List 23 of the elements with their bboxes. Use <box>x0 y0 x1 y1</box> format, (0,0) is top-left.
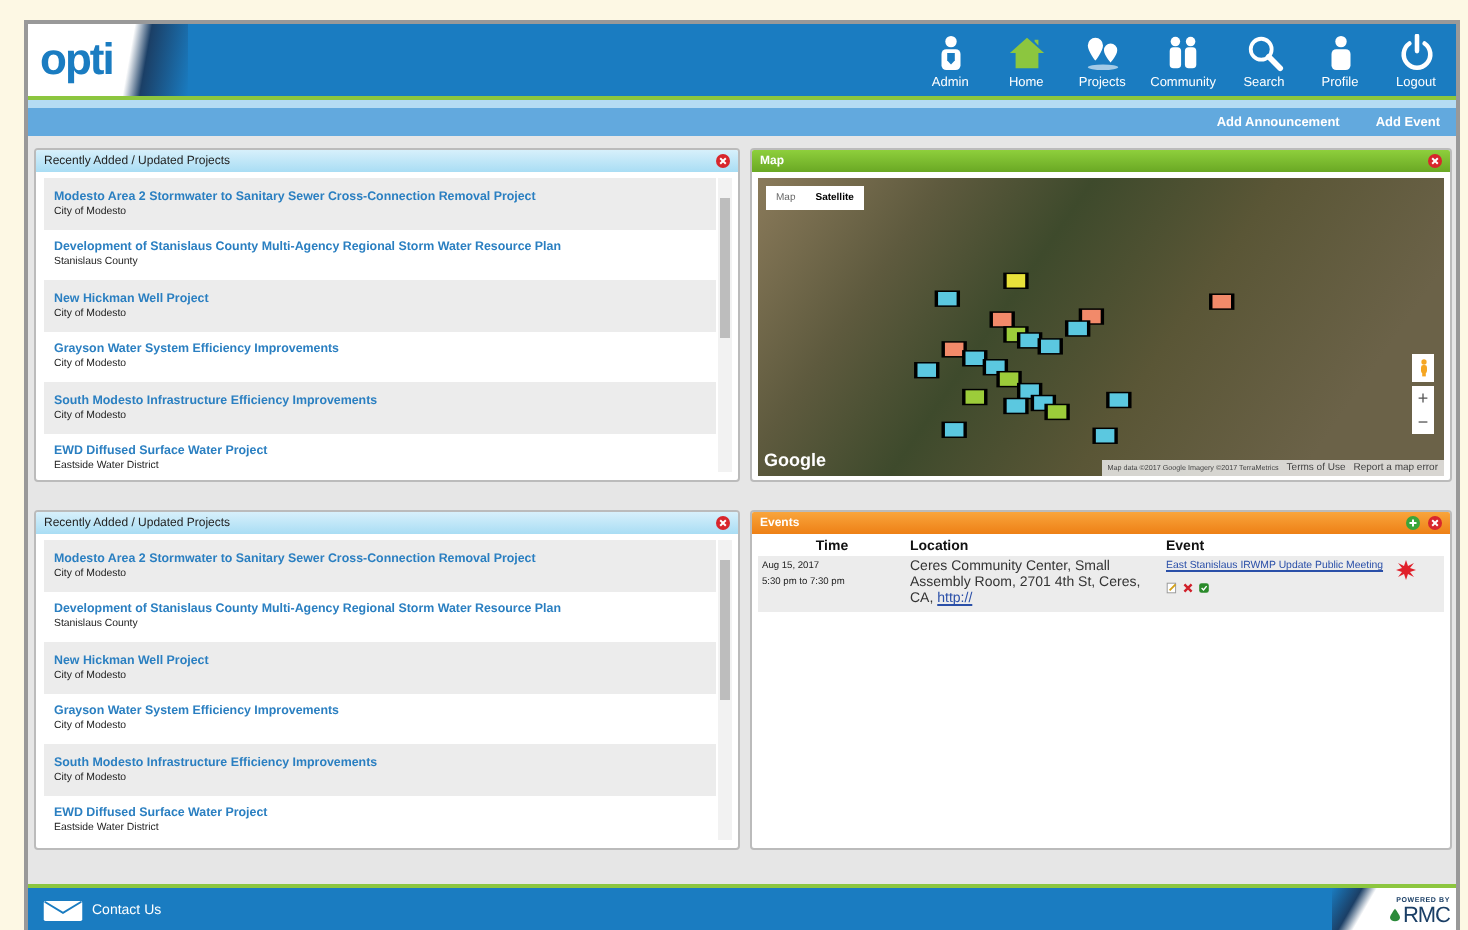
delete-icon[interactable] <box>1182 582 1194 594</box>
power-icon <box>1397 34 1435 72</box>
logo[interactable]: opti <box>40 34 113 86</box>
map-pin-icon <box>1083 34 1122 72</box>
search-icon <box>1245 34 1283 72</box>
scrollbar-thumb[interactable] <box>720 198 730 338</box>
close-icon[interactable] <box>716 516 730 530</box>
scrollbar[interactable] <box>718 178 732 472</box>
drop-icon <box>1390 908 1401 922</box>
close-icon[interactable] <box>1428 154 1442 168</box>
add-icon[interactable] <box>1406 516 1420 530</box>
starburst-icon <box>1395 560 1416 580</box>
pegman-icon[interactable] <box>1412 354 1434 382</box>
brand-name: RMC <box>1402 903 1450 927</box>
scrollbar[interactable] <box>718 540 732 840</box>
scrollbar-thumb[interactable] <box>720 560 730 700</box>
approve-icon[interactable] <box>1198 582 1210 594</box>
house-icon <box>1007 34 1046 72</box>
close-icon[interactable] <box>716 154 730 168</box>
envelope-icon <box>42 900 84 922</box>
map-logo: Google <box>764 450 826 470</box>
edit-icon[interactable] <box>1166 582 1178 594</box>
close-icon[interactable] <box>1428 516 1442 530</box>
